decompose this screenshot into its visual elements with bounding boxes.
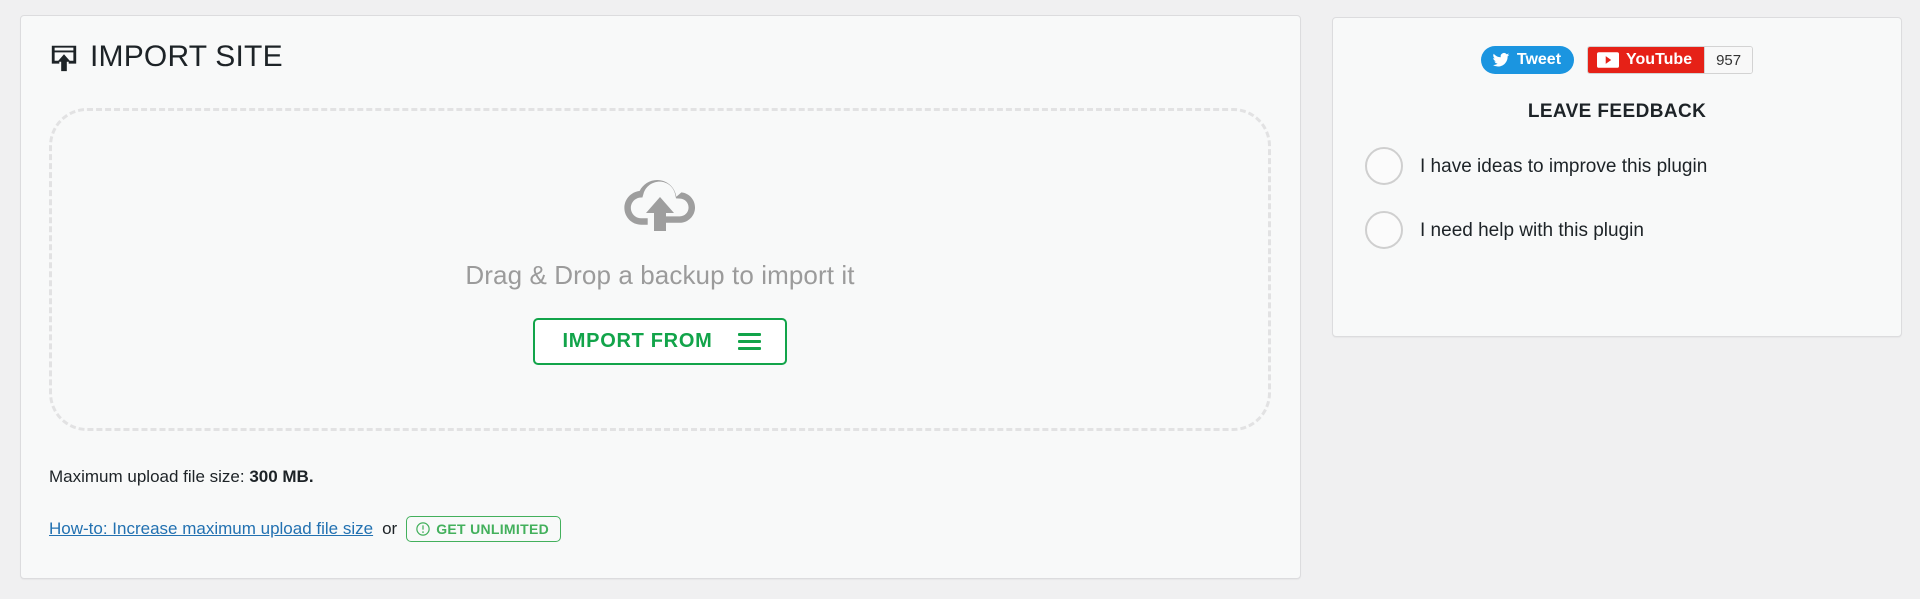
max-upload-size-text: Maximum upload file size: 300 MB. xyxy=(49,468,314,485)
youtube-subscriber-count[interactable]: 957 xyxy=(1704,47,1753,73)
get-unlimited-label: GET UNLIMITED xyxy=(436,521,549,537)
youtube-button-label: YouTube xyxy=(1626,51,1693,68)
feedback-panel: Tweet YouTube 957 LEAVE FEEDBACK I have … xyxy=(1332,17,1902,337)
youtube-subscribe-group: YouTube 957 xyxy=(1587,46,1754,74)
feedback-options-list: I have ideas to improve this plugin I ne… xyxy=(1333,146,1901,250)
dropzone-instruction-text: Drag & Drop a backup to import it xyxy=(465,259,855,290)
feedback-option-label: I have ideas to improve this plugin xyxy=(1420,155,1708,177)
import-from-button-label: IMPORT FROM xyxy=(562,329,713,352)
cloud-upload-icon xyxy=(622,175,698,235)
feedback-option-help[interactable]: I need help with this plugin xyxy=(1365,210,1901,250)
radio-button-icon[interactable] xyxy=(1365,211,1403,249)
import-from-button[interactable]: IMPORT FROM xyxy=(532,317,788,365)
tweet-button[interactable]: Tweet xyxy=(1480,46,1575,74)
page-root: IMPORT SITE Drag & Drop a backup to impo… xyxy=(0,0,1920,599)
feedback-heading: LEAVE FEEDBACK xyxy=(1527,101,1707,122)
twitter-bird-icon xyxy=(1492,51,1510,69)
feedback-option-label: I need help with this plugin xyxy=(1420,219,1644,241)
tweet-button-label: Tweet xyxy=(1516,51,1562,68)
import-site-browser-upload-icon xyxy=(49,42,79,72)
youtube-play-icon xyxy=(1597,52,1620,68)
get-unlimited-badge[interactable]: GET UNLIMITED xyxy=(406,516,561,542)
youtube-subscribe-button[interactable]: YouTube xyxy=(1588,47,1705,73)
max-upload-size-label: Maximum upload file size: xyxy=(49,467,245,486)
howto-separator: or xyxy=(382,519,398,538)
exclamation-circle-icon xyxy=(416,522,430,536)
feedback-option-ideas[interactable]: I have ideas to improve this plugin xyxy=(1365,146,1901,186)
max-upload-size-value: 300 MB. xyxy=(249,467,314,486)
page-title: IMPORT SITE xyxy=(90,40,283,73)
backup-dropzone[interactable]: Drag & Drop a backup to import it IMPORT… xyxy=(49,108,1271,431)
howto-row: How-to: Increase maximum upload file siz… xyxy=(49,516,561,542)
radio-button-icon[interactable] xyxy=(1365,147,1403,185)
panel-header: IMPORT SITE xyxy=(21,16,1300,72)
import-site-panel: IMPORT SITE Drag & Drop a backup to impo… xyxy=(20,15,1301,579)
social-buttons-row: Tweet YouTube 957 xyxy=(1333,18,1901,74)
hamburger-menu-icon xyxy=(738,332,762,350)
howto-increase-upload-size-link[interactable]: How-to: Increase maximum upload file siz… xyxy=(49,519,373,539)
